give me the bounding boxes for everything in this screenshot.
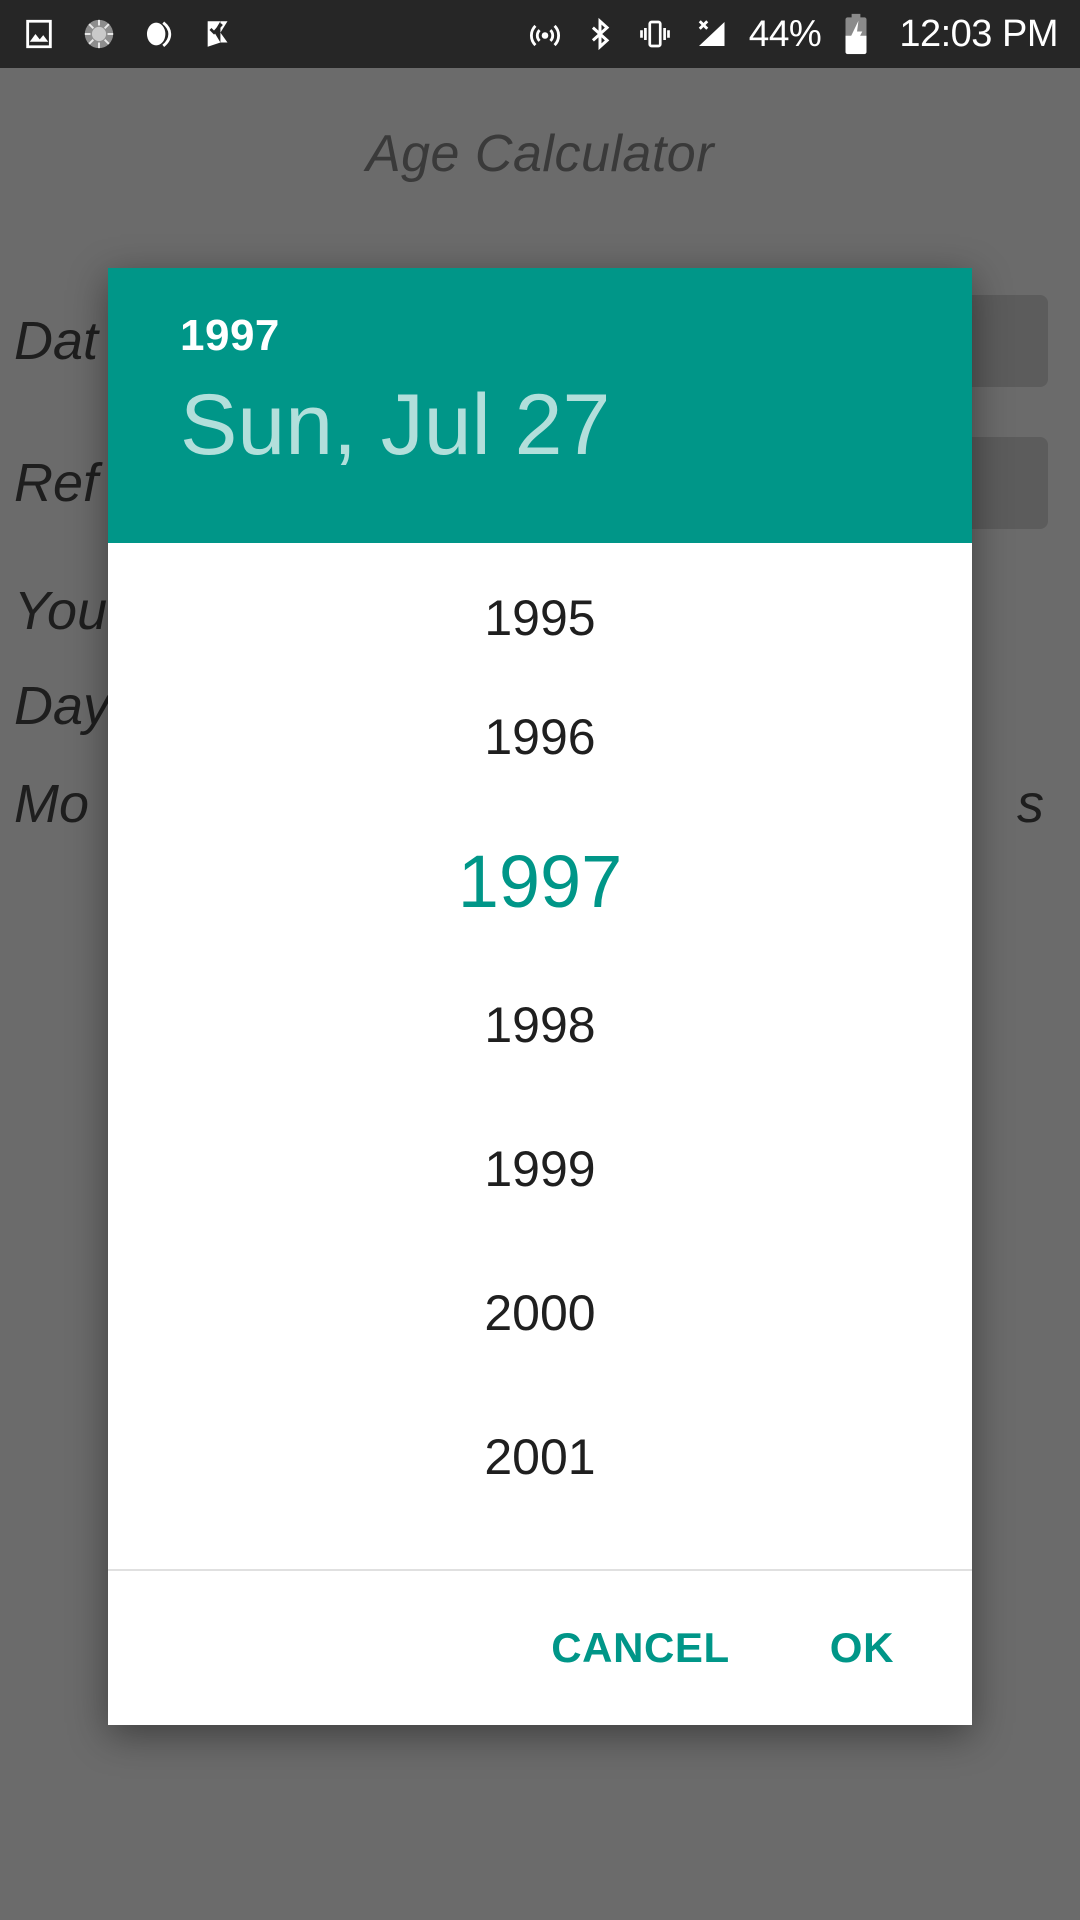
no-signal-icon [698, 20, 725, 46]
do-not-disturb-icon [146, 21, 172, 48]
cast-icon [529, 24, 560, 47]
year-item[interactable]: 1995 [108, 543, 972, 665]
app-row-label: Day [14, 676, 111, 736]
battery-percent-label: 44% [748, 13, 822, 54]
year-item[interactable]: 2001 [108, 1385, 972, 1529]
tasks-check-icon [207, 21, 228, 47]
header-year-label[interactable]: 1997 [180, 314, 972, 358]
app-row-label: Ref [14, 453, 99, 513]
app-row-label: You [14, 581, 108, 641]
sync-spinner-icon [84, 19, 114, 49]
year-item[interactable]: 1996 [108, 665, 972, 809]
year-item-selected[interactable]: 1997 [108, 809, 972, 953]
status-bar-left-icons [22, 17, 236, 51]
image-icon [26, 19, 52, 49]
vibrate-icon [639, 20, 670, 48]
status-bar: 44% 12:03 PM [0, 0, 1080, 68]
year-item[interactable]: 1998 [108, 953, 972, 1097]
cancel-button[interactable]: CANCEL [547, 1616, 734, 1680]
app-row-trailing-label: s [1017, 774, 1044, 834]
dialog-action-bar: CANCEL OK [108, 1569, 972, 1725]
year-item[interactable]: 1999 [108, 1097, 972, 1241]
bluetooth-icon [591, 17, 610, 51]
ok-button[interactable]: OK [826, 1616, 898, 1680]
header-date-label[interactable]: Sun, Jul 27 [180, 380, 972, 471]
year-picker-list[interactable]: 1995 1996 1997 1998 1999 2000 2001 [108, 543, 972, 1569]
app-row-label: Dat [14, 311, 99, 371]
status-bar-right-icons: 44% 12:03 PM [527, 13, 1058, 56]
page-title: Age Calculator [365, 125, 715, 183]
battery-charging-icon [845, 13, 867, 55]
date-picker-header: 1997 Sun, Jul 27 [108, 268, 972, 543]
date-picker-dialog: 1997 Sun, Jul 27 1995 1996 1997 1998 1999 200… [108, 268, 972, 1725]
status-clock: 12:03 PM [899, 12, 1058, 55]
app-row-label: Mo [14, 774, 90, 834]
year-item[interactable]: 2000 [108, 1241, 972, 1385]
